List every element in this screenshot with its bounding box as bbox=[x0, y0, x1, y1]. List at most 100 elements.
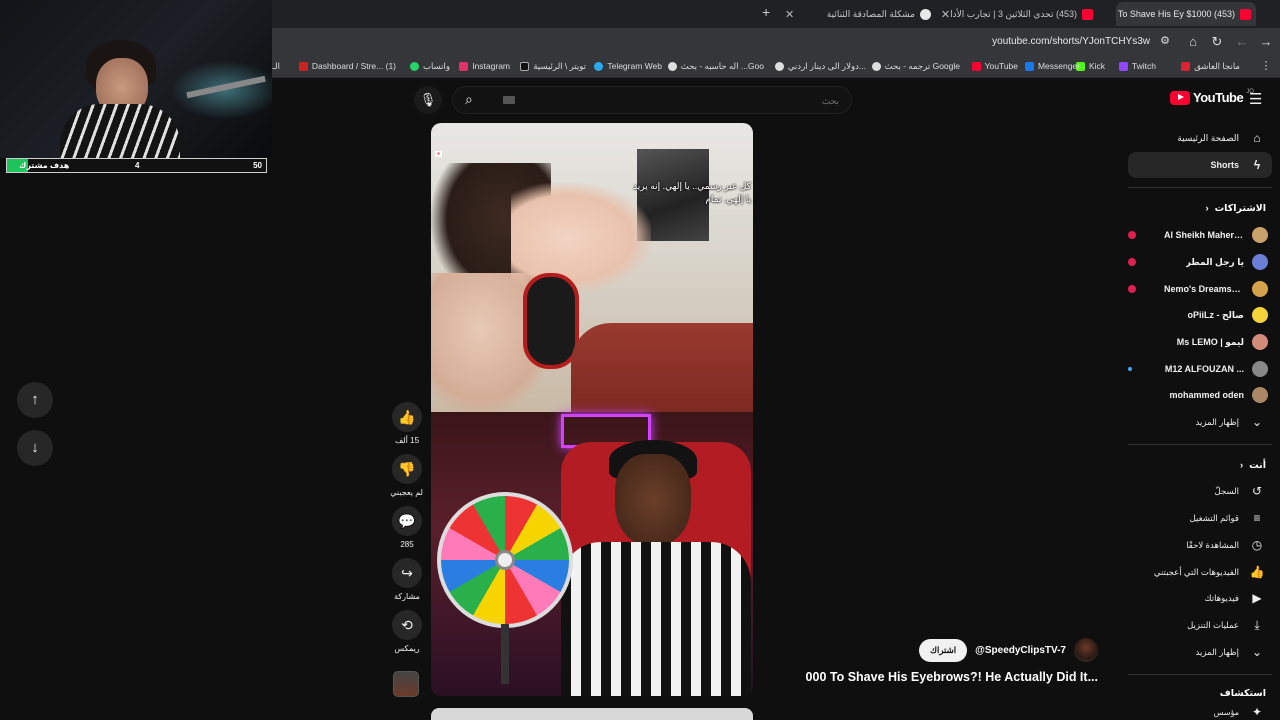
channel-name: يا رجل المطر bbox=[1185, 256, 1244, 267]
live-indicator-icon bbox=[1128, 231, 1136, 239]
search-input[interactable] bbox=[501, 93, 839, 109]
comments-button[interactable]: 💬 285 bbox=[391, 506, 423, 549]
channel-name: Nemo's Dreamsc... bbox=[1164, 284, 1244, 294]
chevron-down-icon: ⌄ bbox=[1251, 645, 1263, 659]
bookmark-item[interactable]: اله حاسبه - بحث ...Goo bbox=[667, 61, 764, 72]
sidebar-item-home[interactable]: الصفحة الرئيسية ⌂ bbox=[1128, 125, 1272, 151]
google-icon bbox=[871, 62, 881, 71]
bookmark-item[interactable]: Messenger bbox=[1024, 61, 1080, 71]
subscription-item[interactable]: Nemo's Dreamsc... bbox=[1128, 278, 1268, 300]
subscription-item[interactable]: يا رجل المطر bbox=[1128, 251, 1268, 273]
search-box[interactable]: ⌕ bbox=[452, 86, 852, 114]
search-icon[interactable]: ⌕ bbox=[465, 91, 473, 108]
url-field[interactable]: youtube.com/shorts/YJonTCHYs3w bbox=[992, 36, 1150, 47]
you-show-more[interactable]: إظهار المزيد ⌄ bbox=[1128, 639, 1272, 665]
close-tab-icon[interactable]: ✕ bbox=[942, 8, 950, 21]
sidebar-divider bbox=[1128, 444, 1272, 445]
short-video-player[interactable]: ● كل عبر رسمي.. يا إلهي. إنه يريد يا إله… bbox=[431, 123, 753, 696]
voice-search-button[interactable]: 🎙 bbox=[414, 86, 442, 114]
bookmark-label: Telegram Web bbox=[607, 61, 662, 71]
github-favicon-icon bbox=[920, 8, 931, 20]
sidebar-item-watch-later[interactable]: المشاهدة لاحقًا ◷ bbox=[1128, 532, 1272, 558]
logo-wordmark: YouTube bbox=[1193, 90, 1244, 105]
youtube-logo[interactable]: YouTube JO bbox=[1170, 89, 1254, 105]
tab-challenge[interactable]: (453) تحدي الثلاثين 3 | تجارب الأدا ✕ bbox=[942, 2, 1098, 26]
bookmark-item[interactable]: Dashboard / Stre... (1) bbox=[298, 61, 396, 71]
sidebar-item-history[interactable]: السجلّ ↺ bbox=[1128, 478, 1272, 504]
sound-thumbnail[interactable] bbox=[393, 671, 419, 697]
channel-handle[interactable]: @SpeedyClipsTV-7 bbox=[975, 645, 1066, 656]
new-tab-icon[interactable]: + bbox=[762, 4, 770, 20]
sidebar-divider bbox=[1128, 187, 1272, 188]
share-button[interactable]: ↪ مشاركة bbox=[391, 558, 423, 601]
bookmark-item[interactable]: Twitch bbox=[1118, 61, 1156, 71]
bookmark-item[interactable]: Kick bbox=[1075, 61, 1105, 71]
bookmark-item[interactable]: تويتر \ الرئيسية bbox=[520, 61, 586, 72]
subscribe-button[interactable]: اشتراك bbox=[919, 638, 968, 662]
like-button[interactable]: 👍 15 ألف bbox=[391, 402, 423, 445]
home-icon[interactable]: ⌂ bbox=[1185, 34, 1201, 49]
previous-short-button[interactable]: ↑ bbox=[17, 382, 53, 418]
thumbs-down-icon: 👎 bbox=[392, 454, 422, 484]
downloads-icon: ⤓ bbox=[1254, 617, 1260, 632]
more-bookmarks-icon[interactable]: ⋮ bbox=[1258, 59, 1274, 72]
tab-active-short[interactable]: (453) $1000 To Shave His Ey ✕ bbox=[1116, 2, 1256, 26]
prize-wheel-hub bbox=[495, 550, 515, 570]
subscription-item[interactable]: oPiiLz - صالح bbox=[1128, 304, 1268, 326]
video-bottom-camera bbox=[431, 412, 753, 696]
reload-icon[interactable]: ↻ bbox=[1209, 34, 1225, 50]
avatar[interactable] bbox=[1074, 638, 1098, 662]
sidebar-divider bbox=[1128, 674, 1272, 675]
video-scene-shirt bbox=[571, 323, 753, 412]
forward-arrow-icon[interactable]: ← bbox=[1234, 34, 1250, 49]
watch-later-icon: ◷ bbox=[1251, 538, 1263, 552]
chevron-down-icon: ⌄ bbox=[1251, 415, 1263, 429]
channel-name: M12 ALFOUZAN ... bbox=[1164, 364, 1244, 374]
tab-2fa[interactable]: مشكلة المصادقة الثنائية ✕ bbox=[780, 2, 936, 26]
subscription-item[interactable]: Al Sheikh Maher ... bbox=[1128, 224, 1268, 246]
google-icon bbox=[667, 62, 677, 71]
chevron-icon: › bbox=[1239, 460, 1244, 471]
video-scene-hand bbox=[511, 183, 651, 293]
next-short-button[interactable]: ↓ bbox=[17, 430, 53, 466]
subscription-item[interactable]: mohammed oden bbox=[1128, 384, 1268, 406]
twitch-icon bbox=[1118, 61, 1128, 71]
sidebar-item-your-videos[interactable]: فيديوهاتك ▶ bbox=[1128, 585, 1272, 611]
subscriptions-heading[interactable]: › الاشتراكات bbox=[1205, 203, 1266, 214]
hamburger-menu-icon[interactable]: ☰ bbox=[1249, 90, 1262, 108]
short-title[interactable]: 000 To Shave His Eyebrows?! He Actually … bbox=[806, 670, 1098, 684]
sidebar-item-playlists[interactable]: قوائم التشغيل ≡ bbox=[1128, 505, 1272, 531]
bookmark-item[interactable]: الـ bbox=[273, 61, 280, 72]
site-settings-icon[interactable]: ⚙ bbox=[1157, 34, 1173, 47]
sidebar-item-explore-first[interactable]: مؤسس ✦ bbox=[1128, 704, 1272, 720]
dislike-button[interactable]: 👎 لم يعجبني bbox=[390, 454, 423, 497]
back-arrow-icon[interactable]: → bbox=[1258, 34, 1274, 49]
bookmark-label: دولار الى دينار اردني... bbox=[787, 61, 866, 71]
sidebar-item-label: إظهار المزيد bbox=[1195, 646, 1239, 657]
close-tab-icon[interactable]: ✕ bbox=[785, 8, 794, 21]
bookmark-item[interactable]: واتساب bbox=[409, 61, 450, 72]
subscription-item[interactable]: Ms LEMO | ليمو bbox=[1128, 331, 1268, 353]
close-tab-icon[interactable]: ✕ bbox=[1116, 8, 1118, 21]
you-heading[interactable]: › أنت bbox=[1240, 460, 1266, 471]
sidebar-item-label: المشاهدة لاحقًا bbox=[1186, 539, 1239, 550]
bookmark-item[interactable]: مانجا العاشق bbox=[1181, 61, 1240, 72]
microphone-icon: 🎙 bbox=[419, 92, 437, 107]
bookmark-item[interactable]: دولار الى دينار اردني... bbox=[774, 61, 866, 72]
bookmark-item[interactable]: Instagram bbox=[459, 61, 510, 71]
comment-icon: 💬 bbox=[392, 506, 422, 536]
streamer-webcam bbox=[0, 0, 272, 158]
remix-button[interactable]: ⟲ ريمكس bbox=[391, 610, 423, 653]
bookmark-item[interactable]: YouTube bbox=[971, 61, 1018, 71]
subscription-item[interactable]: M12 ALFOUZAN ... bbox=[1128, 358, 1268, 380]
sidebar-item-shorts[interactable]: Shorts ϟ bbox=[1128, 152, 1272, 178]
next-short-preview[interactable] bbox=[431, 708, 753, 720]
bookmark-item[interactable]: Telegram Web bbox=[594, 61, 662, 71]
bookmark-item[interactable]: ترجمه - بحث Google bbox=[871, 61, 960, 72]
subscriptions-show-more[interactable]: إظهار المزيد ⌄ bbox=[1128, 409, 1272, 435]
sidebar-item-downloads[interactable]: عمليات التنزيل ⤓ bbox=[1128, 612, 1272, 638]
chevron-icon: › bbox=[1205, 203, 1209, 214]
dashboard-icon bbox=[298, 61, 308, 71]
sidebar-item-label: الفيديوهات التي أعجبتني bbox=[1153, 566, 1239, 577]
sidebar-item-liked-videos[interactable]: الفيديوهات التي أعجبتني 👍 bbox=[1128, 559, 1272, 585]
